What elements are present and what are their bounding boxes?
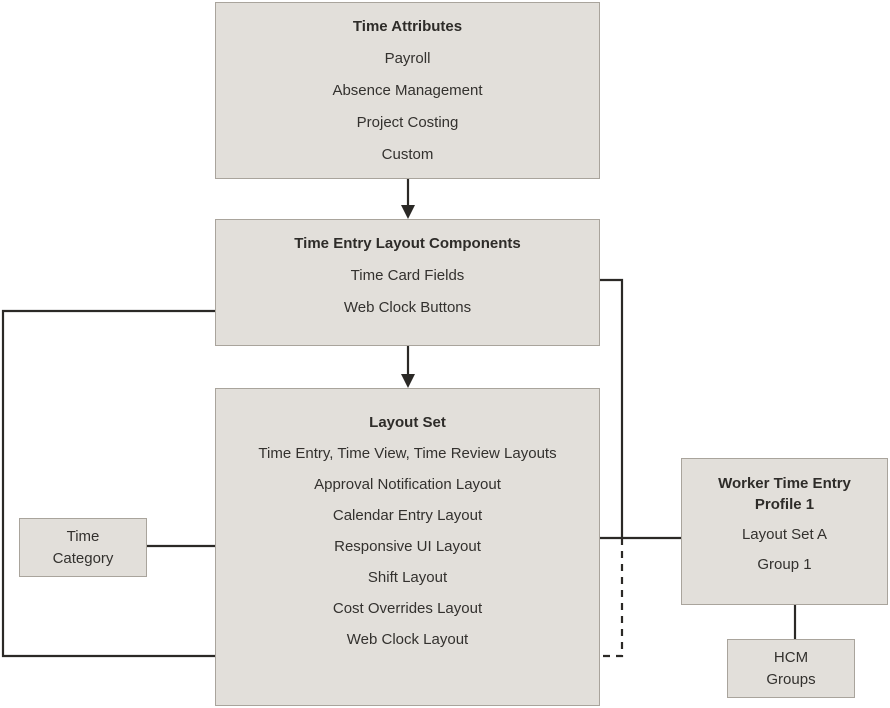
box-time-attributes: Time Attributes Payroll Absence Manageme… — [215, 2, 600, 179]
box-time-category: Time Category — [19, 518, 147, 577]
diagram-canvas: Time Attributes Payroll Absence Manageme… — [0, 0, 890, 708]
box-item-web-clock-layout: Web Clock Layout — [346, 631, 469, 648]
box-time-category-line1: Time — [66, 527, 100, 545]
box-item-group-1: Group 1 — [757, 556, 812, 573]
box-time-attributes-item-project-costing: Project Costing — [356, 114, 459, 131]
box-item-layout-set-a: Layout Set A — [741, 526, 828, 543]
box-item-time-card-fields: Time Card Fields — [350, 267, 465, 284]
box-time-attributes-item-custom: Custom — [381, 146, 434, 163]
box-worker-time-entry-profile: Worker Time Entry Profile 1 Layout Set A… — [681, 458, 888, 605]
box-item-time-entry-time-view-time-review-layouts: Time Entry, Time View, Time Review Layou… — [258, 445, 557, 462]
box-time-category-line2: Category — [52, 549, 114, 567]
box-hcm-groups-line2: Groups — [766, 670, 816, 688]
box-item-responsive-ui-layout: Responsive UI Layout — [334, 538, 481, 555]
box-worker-time-entry-profile-title-line2: Profile 1 — [754, 496, 815, 513]
box-item-approval-notification-layout: Approval Notification Layout — [314, 476, 501, 493]
box-time-entry-layout-components-title: Time Entry Layout Components — [294, 235, 521, 252]
box-hcm-groups: HCM Groups — [727, 639, 855, 698]
box-time-attributes-item-absence-management: Absence Management — [332, 82, 483, 99]
box-item-cost-overrides-layout: Cost Overrides Layout — [332, 600, 483, 617]
box-time-entry-layout-components: Time Entry Layout Components Time Card F… — [215, 219, 600, 346]
box-item-calendar-entry-layout: Calendar Entry Layout — [332, 507, 483, 524]
box-time-attributes-title: Time Attributes — [352, 18, 463, 35]
connector-layout-components-to-layout-set — [401, 346, 415, 388]
box-layout-set-title: Layout Set — [369, 414, 446, 431]
box-item-web-clock-buttons: Web Clock Buttons — [343, 299, 472, 316]
box-hcm-groups-line1: HCM — [773, 648, 809, 666]
box-item-shift-layout: Shift Layout — [367, 569, 448, 586]
box-time-attributes-item-payroll: Payroll — [384, 50, 431, 67]
box-layout-set: Layout Set Time Entry, Time View, Time R… — [215, 388, 600, 706]
box-worker-time-entry-profile-title-line1: Worker Time Entry — [718, 475, 851, 492]
connector-time-attributes-to-layout-components — [401, 179, 415, 219]
